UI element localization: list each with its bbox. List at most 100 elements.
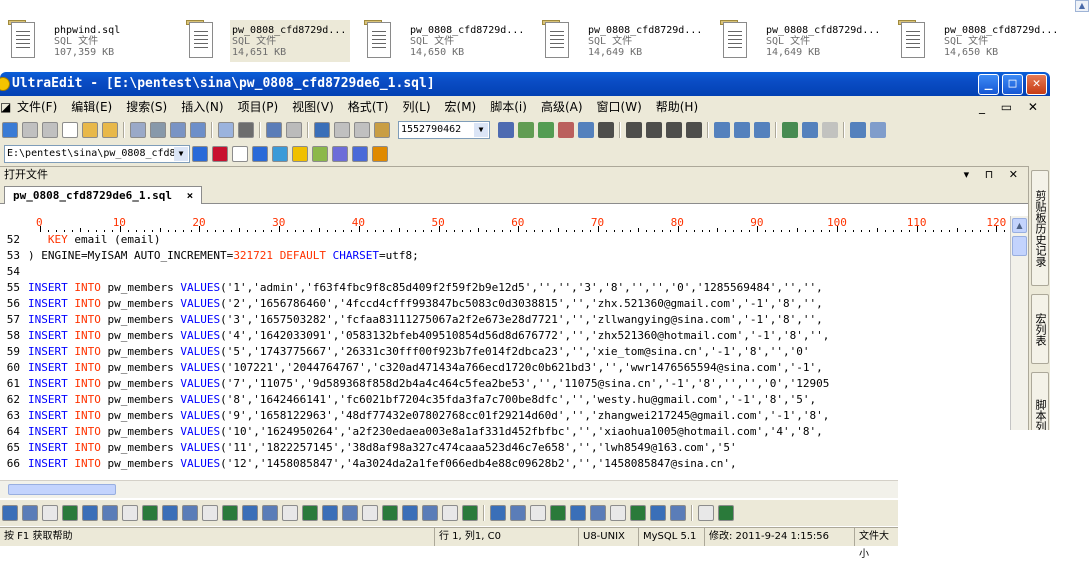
menu-item[interactable]: 文件(F) (10, 96, 64, 118)
format-button-icon[interactable] (302, 505, 318, 521)
format-button-icon[interactable] (530, 505, 546, 521)
toolbar-button-icon[interactable] (374, 122, 390, 138)
chevron-down-icon[interactable]: ▼ (474, 123, 488, 137)
toolbar-button-icon[interactable] (314, 122, 330, 138)
toolbar-button-icon[interactable] (130, 122, 146, 138)
toolbar-button-icon[interactable] (558, 122, 574, 138)
code-line[interactable]: 52 KEY email (email) (0, 232, 1010, 248)
code-line[interactable]: 62 INSERT INTO pw_members VALUES('8','164… (0, 392, 1010, 408)
file-item[interactable]: pw_0808_cfd8729d... SQL 文件 14,651 KB (186, 20, 350, 62)
format-button-icon[interactable] (442, 505, 458, 521)
toolbar-button-icon[interactable] (334, 122, 350, 138)
toolbar-button-icon[interactable] (150, 122, 166, 138)
toolbar-button-icon[interactable] (62, 122, 78, 138)
code-line[interactable]: 53) ENGINE=MyISAM AUTO_INCREMENT=321721 … (0, 248, 1010, 264)
format-button-icon[interactable] (590, 505, 606, 521)
menu-item[interactable]: 搜索(S) (119, 96, 174, 118)
code-line[interactable]: 57 INSERT INTO pw_members VALUES('3','165… (0, 312, 1010, 328)
toolbar-button-icon[interactable] (332, 146, 348, 162)
file-item[interactable]: phpwind.sql SQL 文件 107,359 KB (8, 20, 172, 62)
format-button-icon[interactable] (242, 505, 258, 521)
toolbar-button-icon[interactable] (646, 122, 662, 138)
tab-close-icon[interactable]: × (187, 189, 194, 202)
search-combo[interactable]: 1552790462 ▼ (398, 121, 490, 139)
toolbar-button-icon[interactable] (102, 122, 118, 138)
format-button-icon[interactable] (202, 505, 218, 521)
file-item[interactable]: pw_0808_cfd8729d... SQL 文件 14,650 KB (898, 20, 1062, 62)
file-path-combo[interactable]: E:\pentest\sina\pw_0808_cfd872 ▼ (4, 145, 190, 163)
format-button-icon[interactable] (670, 505, 686, 521)
format-button-icon[interactable] (62, 505, 78, 521)
toolbar-button-icon[interactable] (870, 122, 886, 138)
code-line[interactable]: 56 INSERT INTO pw_members VALUES('2','165… (0, 296, 1010, 312)
toolbar-button-icon[interactable] (218, 122, 234, 138)
toolbar-button-icon[interactable] (714, 122, 730, 138)
menu-item[interactable]: 窗口(W) (590, 96, 649, 118)
menu-item[interactable]: 帮助(H) (649, 96, 705, 118)
format-button-icon[interactable] (382, 505, 398, 521)
toolbar-button-icon[interactable] (686, 122, 702, 138)
toolbar-button-icon[interactable] (518, 122, 534, 138)
chevron-down-icon[interactable]: ▼ (174, 147, 188, 161)
format-button-icon[interactable] (422, 505, 438, 521)
code-line[interactable]: 58 INSERT INTO pw_members VALUES('4','164… (0, 328, 1010, 344)
file-item[interactable]: pw_0808_cfd8729d... SQL 文件 14,649 KB (542, 20, 706, 62)
format-button-icon[interactable] (22, 505, 38, 521)
code-line[interactable]: 54 (0, 264, 1010, 280)
horizontal-scrollbar[interactable] (0, 480, 898, 498)
menu-item[interactable]: 编辑(E) (64, 96, 119, 118)
menu-item[interactable]: 项目(P) (231, 96, 286, 118)
menu-item[interactable]: 高级(A) (534, 96, 590, 118)
toolbar-button-icon[interactable] (170, 122, 186, 138)
toolbar-button-icon[interactable] (498, 122, 514, 138)
code-line[interactable]: 65 INSERT INTO pw_members VALUES('11','18… (0, 440, 1010, 456)
toolbar-button-icon[interactable] (190, 122, 206, 138)
toolbar-button-icon[interactable] (292, 146, 308, 162)
toolbar-button-icon[interactable] (538, 122, 554, 138)
toolbar-button-icon[interactable] (734, 122, 750, 138)
toolbar-button-icon[interactable] (598, 122, 614, 138)
toolbar-button-icon[interactable] (286, 122, 302, 138)
side-panel-tab[interactable]: 剪贴板历史记录 (1031, 170, 1049, 286)
toolbar-button-icon[interactable] (192, 146, 208, 162)
document-menu-icon[interactable]: ◪ (0, 96, 11, 118)
toolbar-button-icon[interactable] (238, 122, 254, 138)
file-item[interactable]: pw_0808_cfd8729d... SQL 文件 14,649 KB (720, 20, 884, 62)
code-line[interactable]: 61 INSERT INTO pw_members VALUES('7','110… (0, 376, 1010, 392)
format-button-icon[interactable] (630, 505, 646, 521)
toolbar-button-icon[interactable] (82, 122, 98, 138)
toolbar-button-icon[interactable] (802, 122, 818, 138)
format-button-icon[interactable] (342, 505, 358, 521)
format-button-icon[interactable] (142, 505, 158, 521)
file-item[interactable]: pw_0808_cfd8729d... SQL 文件 14,650 KB (364, 20, 528, 62)
format-button-icon[interactable] (402, 505, 418, 521)
panel-controls[interactable]: ▾ ⊓ ✕ (964, 167, 1024, 183)
toolbar-button-icon[interactable] (754, 122, 770, 138)
scroll-up-arrow-icon[interactable]: ▲ (1012, 218, 1027, 233)
toolbar-button-icon[interactable] (352, 146, 368, 162)
menu-item[interactable]: 列(L) (395, 96, 437, 118)
format-button-icon[interactable] (162, 505, 178, 521)
toolbar-button-icon[interactable] (42, 122, 58, 138)
code-line[interactable]: 59 INSERT INTO pw_members VALUES('5','174… (0, 344, 1010, 360)
code-line[interactable]: 55 INSERT INTO pw_members VALUES('1','adm… (0, 280, 1010, 296)
horizontal-scroll-thumb[interactable] (8, 484, 116, 495)
menu-item[interactable]: 格式(T) (341, 96, 396, 118)
format-button-icon[interactable] (2, 505, 18, 521)
toolbar-button-icon[interactable] (2, 122, 18, 138)
toolbar-button-icon[interactable] (266, 122, 282, 138)
format-button-icon[interactable] (282, 505, 298, 521)
toolbar-button-icon[interactable] (372, 146, 388, 162)
format-button-icon[interactable] (650, 505, 666, 521)
code-line[interactable]: 66 INSERT INTO pw_members VALUES('12','14… (0, 456, 1010, 472)
format-button-icon[interactable] (82, 505, 98, 521)
minimize-button[interactable]: _ (978, 74, 999, 95)
format-button-icon[interactable] (550, 505, 566, 521)
format-button-icon[interactable] (262, 505, 278, 521)
format-button-icon[interactable] (698, 505, 714, 521)
format-button-icon[interactable] (462, 505, 478, 521)
tab-current-file[interactable]: pw_0808_cfd8729de6_1.sql × (4, 186, 203, 204)
toolbar-button-icon[interactable] (578, 122, 594, 138)
menu-item[interactable]: 插入(N) (174, 96, 230, 118)
menu-item[interactable]: 视图(V) (285, 96, 341, 118)
